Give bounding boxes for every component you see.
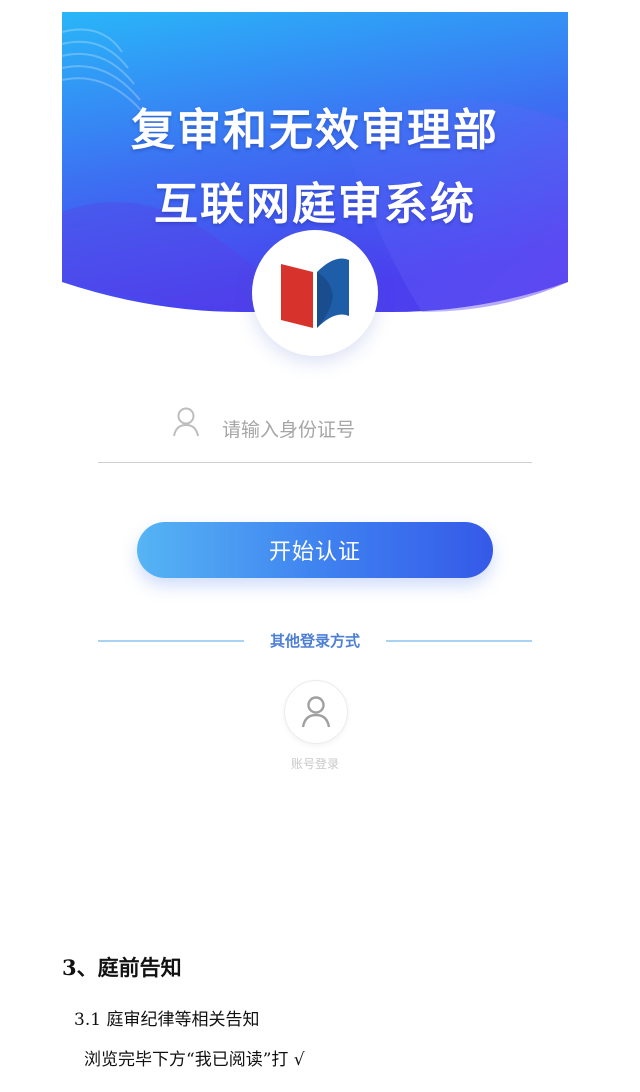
instruction-text: 浏览完毕下方“我已阅读”打 √ [84,1050,305,1070]
other-login-methods-label: 其他登录方式 [269,632,360,650]
id-number-input[interactable] [222,414,512,446]
section-heading: 3、庭前告知 [62,955,182,980]
start-authentication-button[interactable]: 开始认证 [137,522,493,578]
section-subheading: 3.1 庭审纪律等相关告知 [74,1010,260,1030]
id-number-field [98,400,532,463]
institution-logo [252,230,378,356]
divider-left [98,640,244,642]
divider-right [386,640,532,642]
banner-title-line1: 复审和无效审理部 [131,105,499,156]
banner-title-line2: 互联网庭审系统 [154,179,476,230]
institution-logo-icon [281,258,349,328]
user-icon [301,696,331,728]
account-login-label: 账号登录 [290,757,339,771]
user-icon [173,407,199,437]
account-login-button[interactable] [284,680,348,744]
